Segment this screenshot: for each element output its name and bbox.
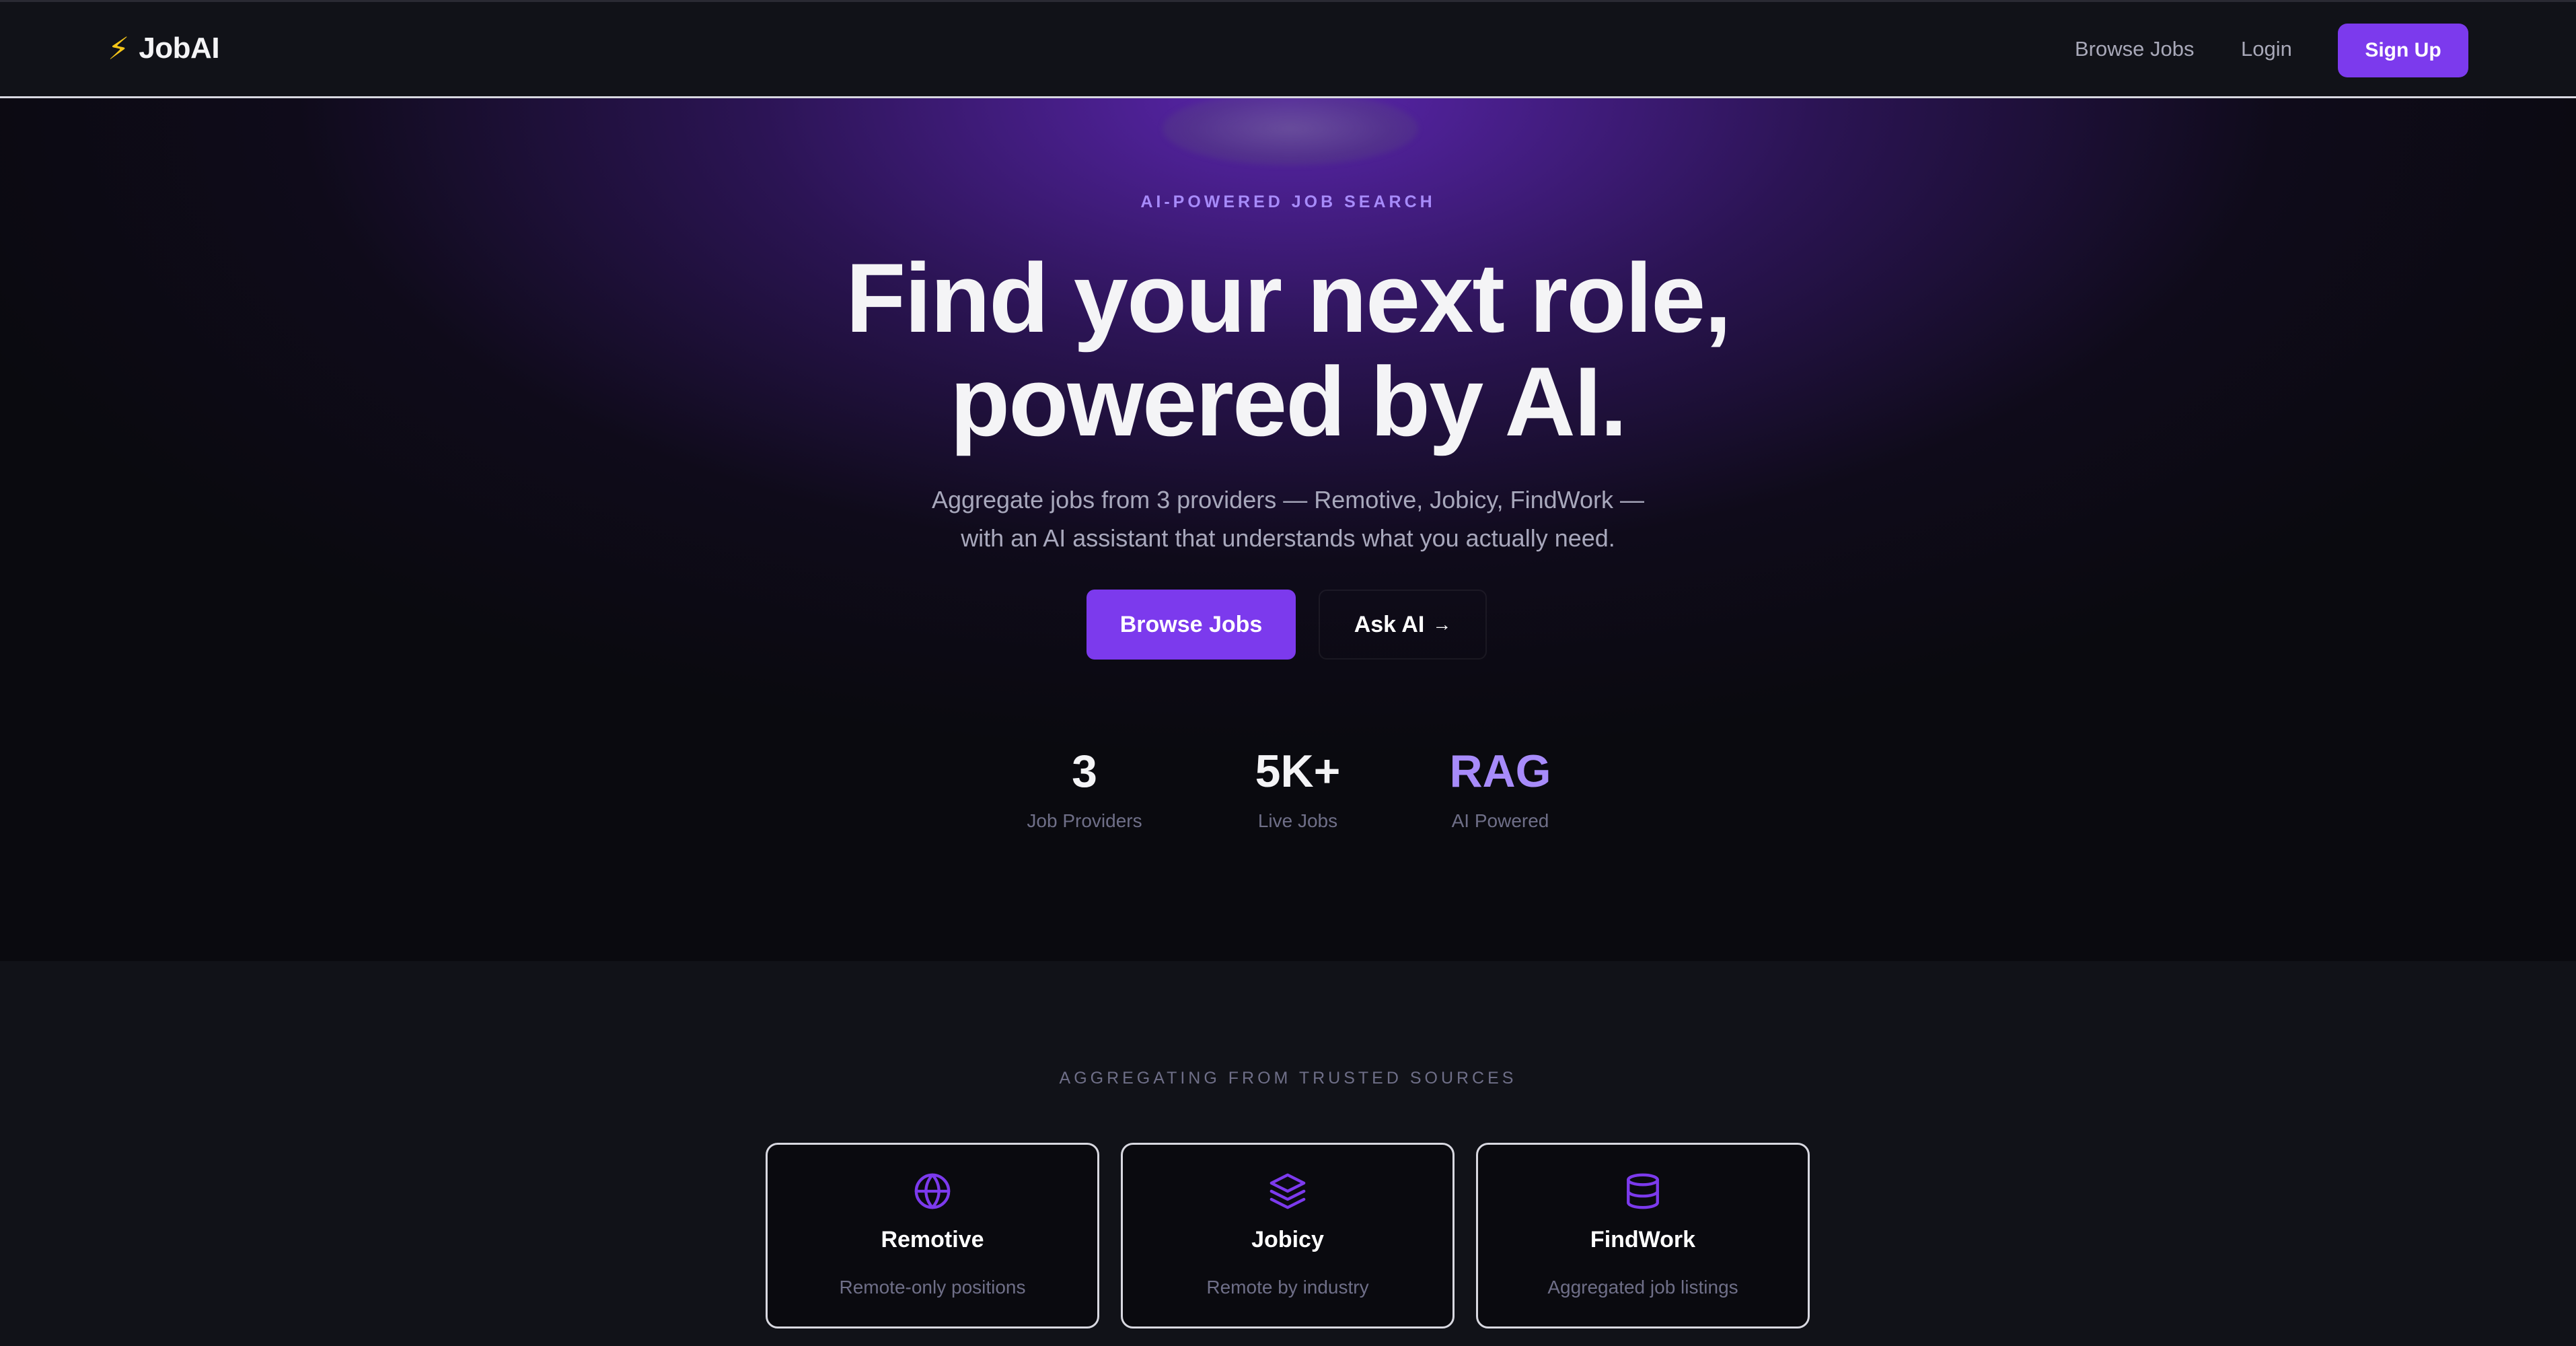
globe-icon	[768, 1172, 1097, 1212]
source-card-findwork[interactable]: FindWork Aggregated job listings	[1476, 1143, 1810, 1329]
landing-page: ⚡ JobAI Browse Jobs Login Sign Up AI-POW…	[0, 0, 2576, 1346]
hero-eyebrow: AI-POWERED JOB SEARCH	[1140, 192, 1436, 211]
ask-ai-button[interactable]: Ask AI →	[1319, 590, 1487, 660]
stat-label: Job Providers	[1027, 810, 1142, 831]
stat-label: AI Powered	[1451, 810, 1549, 831]
lightning-bolt-icon: ⚡	[108, 31, 130, 66]
stat-value: 3	[1072, 746, 1097, 797]
source-card-title: FindWork	[1590, 1227, 1696, 1252]
hero-title-line-2: powered by AI.	[950, 347, 1627, 456]
source-card-remotive[interactable]: Remotive Remote-only positions	[766, 1143, 1099, 1329]
hero-subtitle: Aggregate jobs from 3 providers — Remoti…	[0, 481, 2576, 557]
source-card-title: Remotive	[881, 1227, 984, 1252]
brand-logo[interactable]: ⚡ JobAI	[108, 31, 220, 66]
source-card-jobicy[interactable]: Jobicy Remote by industry	[1121, 1143, 1455, 1329]
arrow-right-icon: →	[1432, 614, 1452, 635]
nav-login-link[interactable]: Login	[2241, 37, 2292, 61]
hero-title-line-1: Find your next role,	[846, 243, 1732, 353]
sign-up-button[interactable]: Sign Up	[2338, 24, 2468, 77]
hero-subtitle-line-2: with an AI assistant that understands wh…	[961, 524, 1615, 552]
layers-icon	[1123, 1172, 1452, 1212]
browse-jobs-button[interactable]: Browse Jobs	[1087, 590, 1296, 660]
brand-name: JobAI	[139, 32, 220, 65]
source-card-description: Aggregated job listings	[1547, 1277, 1738, 1298]
hero-subtitle-line-1: Aggregate jobs from 3 providers — Remoti…	[931, 486, 1645, 513]
hero-glow-decoration	[1163, 98, 1418, 166]
source-card-description: Remote by industry	[1206, 1277, 1369, 1298]
hero-section: AI-POWERED JOB SEARCH Find your next rol…	[0, 98, 2576, 961]
stat-value: 5K+	[1255, 746, 1341, 797]
nav-browse-jobs-link[interactable]: Browse Jobs	[2075, 37, 2194, 61]
database-icon	[1478, 1172, 1808, 1212]
stat-providers: 3 Job Providers	[984, 744, 1185, 832]
stat-value: RAG	[1449, 746, 1551, 797]
ask-ai-label: Ask AI	[1354, 611, 1425, 637]
stat-ai-powered: RAG AI Powered	[1399, 744, 1601, 832]
stat-label: Live Jobs	[1257, 810, 1338, 831]
stat-live-jobs: 5K+ Live Jobs	[1197, 744, 1399, 832]
source-card-description: Remote-only positions	[839, 1277, 1026, 1298]
source-card-title: Jobicy	[1251, 1227, 1324, 1252]
top-navigation: ⚡ JobAI Browse Jobs Login Sign Up	[0, 0, 2576, 98]
sources-section: AGGREGATING FROM TRUSTED SOURCES Remotiv…	[0, 961, 2576, 1346]
hero-title: Find your next role, powered by AI.	[0, 246, 2576, 454]
sources-eyebrow: AGGREGATING FROM TRUSTED SOURCES	[1059, 1069, 1517, 1088]
